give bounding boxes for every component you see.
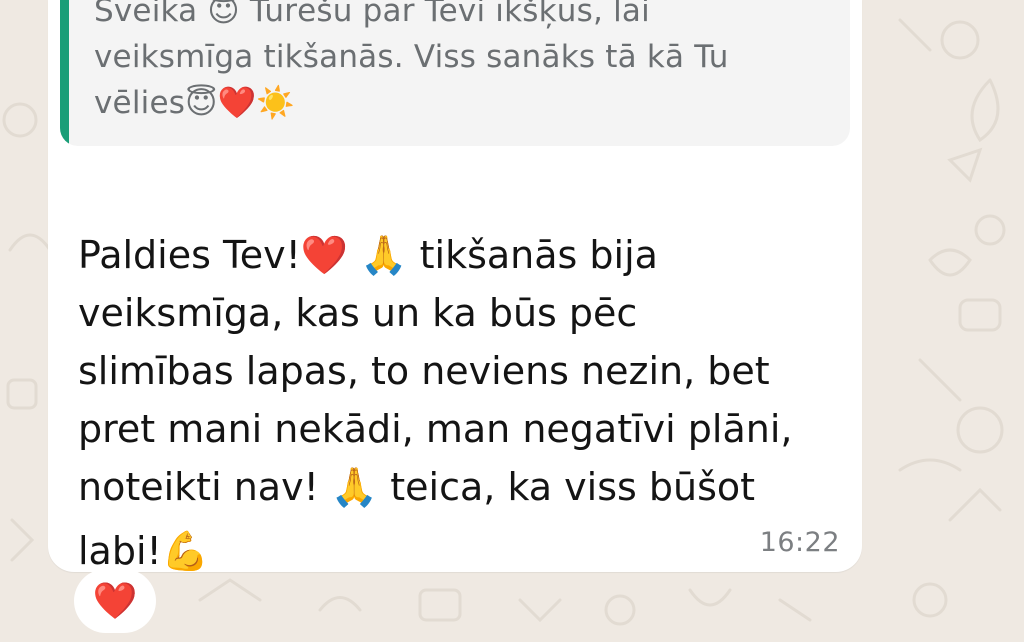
quote-accent-bar <box>60 0 69 146</box>
heart-reaction-badge[interactable]: ❤️ <box>74 569 156 633</box>
message-text-last-line: labi!💪 <box>78 529 210 573</box>
message-bubble[interactable]: Sveika 😇 Turēšu par Tevi īkšķus, lai vei… <box>48 0 862 573</box>
heart-icon: ❤️ <box>92 581 138 622</box>
message-text: Paldies Tev!❤️ 🙏 tikšanās bija veiksmīga… <box>78 168 838 638</box>
message-text-main: Paldies Tev!❤️ 🙏 tikšanās bija veiksmīga… <box>78 233 793 509</box>
message-timestamp: 16:22 <box>759 527 840 558</box>
quoted-reply[interactable]: Sveika 😇 Turēšu par Tevi īkšķus, lai vei… <box>60 0 850 146</box>
quoted-message-text: Sveika 😇 Turēšu par Tevi īkšķus, lai vei… <box>94 0 729 121</box>
